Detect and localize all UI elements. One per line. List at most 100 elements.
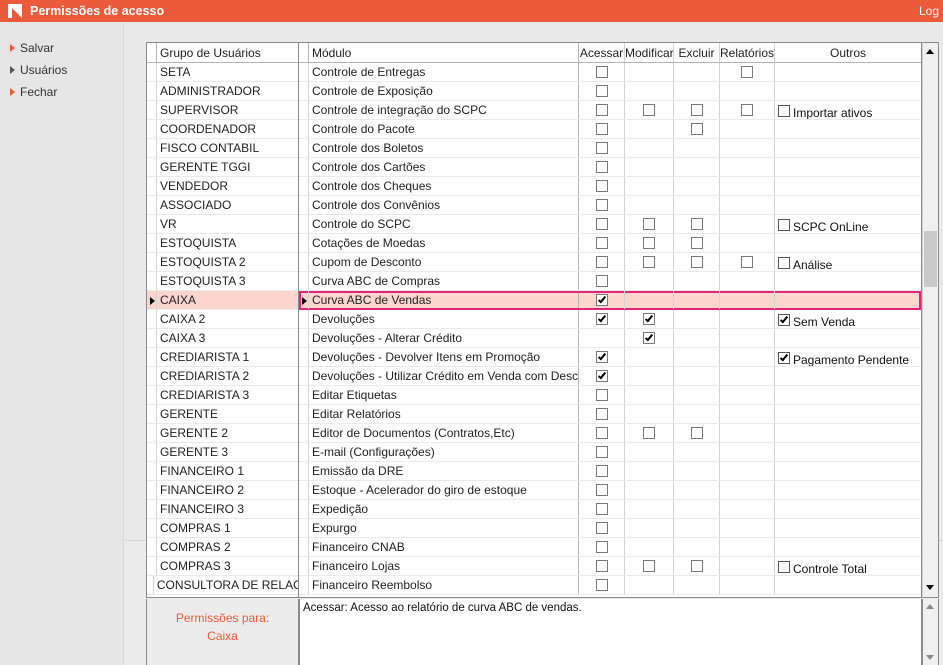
desc-scroll-up-button[interactable]: [923, 600, 938, 615]
excluir-checkbox[interactable]: [690, 256, 703, 268]
acessar-checkbox[interactable]: [595, 123, 608, 135]
acessar-checkbox[interactable]: [595, 256, 608, 268]
acessar-checkbox[interactable]: [595, 541, 608, 553]
users-button[interactable]: Usuários: [0, 59, 123, 81]
header-modulo[interactable]: Módulo: [309, 43, 579, 62]
module-row[interactable]: Controle de integração do SCPC Importar a…: [299, 101, 921, 120]
group-row[interactable]: FINANCEIRO 3: [147, 500, 298, 519]
module-row[interactable]: Controle dos Boletos: [299, 139, 921, 158]
acessar-checkbox[interactable]: [595, 465, 608, 477]
acessar-checkbox[interactable]: [595, 522, 608, 534]
module-row[interactable]: Financeiro CNAB: [299, 538, 921, 557]
outros-checkbox[interactable]: [778, 257, 790, 269]
excluir-checkbox[interactable]: [690, 427, 703, 439]
module-row[interactable]: Devoluções Sem Venda: [299, 310, 921, 329]
relatorios-checkbox[interactable]: [741, 256, 753, 268]
module-row[interactable]: Estoque - Acelerador do giro de estoque: [299, 481, 921, 500]
group-row[interactable]: FINANCEIRO 2: [147, 481, 298, 500]
description-box[interactable]: Acessar: Acesso ao relatório de curva AB…: [299, 599, 922, 665]
relatorios-checkbox[interactable]: [741, 66, 753, 78]
group-row[interactable]: SETA: [147, 63, 298, 82]
acessar-checkbox[interactable]: [595, 237, 608, 249]
excluir-checkbox[interactable]: [690, 560, 703, 572]
group-row[interactable]: COMPRAS 2: [147, 538, 298, 557]
scrollbar-thumb[interactable]: [924, 231, 937, 287]
group-row[interactable]: CAIXA: [147, 291, 298, 310]
acessar-checkbox[interactable]: [595, 218, 608, 230]
acessar-checkbox[interactable]: [595, 66, 608, 78]
group-row[interactable]: COORDENADOR: [147, 120, 298, 139]
acessar-checkbox[interactable]: [595, 351, 608, 363]
header-acessar[interactable]: Acessar: [579, 43, 625, 62]
group-row[interactable]: VENDEDOR: [147, 177, 298, 196]
grid-scrollbar[interactable]: [922, 42, 939, 598]
group-row[interactable]: ESTOQUISTA 2: [147, 253, 298, 272]
modificar-checkbox[interactable]: [643, 256, 655, 268]
excluir-checkbox[interactable]: [690, 218, 703, 230]
module-row[interactable]: Financeiro Reembolso: [299, 576, 921, 595]
module-row[interactable]: Controle dos Convênios: [299, 196, 921, 215]
group-row[interactable]: ESTOQUISTA: [147, 234, 298, 253]
group-row[interactable]: COMPRAS 3: [147, 557, 298, 576]
scroll-down-button[interactable]: [923, 580, 938, 595]
excluir-checkbox[interactable]: [690, 237, 703, 249]
acessar-checkbox[interactable]: [595, 85, 608, 97]
group-row[interactable]: VR: [147, 215, 298, 234]
description-scrollbar[interactable]: [922, 599, 939, 665]
modificar-checkbox[interactable]: [643, 104, 655, 116]
module-row[interactable]: Controle dos Cartões: [299, 158, 921, 177]
excluir-checkbox[interactable]: [690, 123, 703, 135]
module-row[interactable]: Expurgo: [299, 519, 921, 538]
group-row[interactable]: GERENTE TGGI: [147, 158, 298, 177]
outros-checkbox[interactable]: [778, 219, 790, 231]
excluir-checkbox[interactable]: [690, 104, 703, 116]
module-row[interactable]: Editar Etiquetas: [299, 386, 921, 405]
acessar-checkbox[interactable]: [595, 446, 608, 458]
acessar-checkbox[interactable]: [595, 180, 608, 192]
acessar-checkbox[interactable]: [595, 294, 608, 306]
group-row[interactable]: ADMINISTRADOR: [147, 82, 298, 101]
acessar-checkbox[interactable]: [595, 503, 608, 515]
module-row[interactable]: Editar Relatórios: [299, 405, 921, 424]
group-row[interactable]: CREDIARISTA 1: [147, 348, 298, 367]
header-relatorios[interactable]: Relatórios: [720, 43, 775, 62]
group-row[interactable]: CREDIARISTA 2: [147, 367, 298, 386]
header-modificar[interactable]: Modificar: [625, 43, 674, 62]
group-row[interactable]: GERENTE 3: [147, 443, 298, 462]
module-row[interactable]: Controle de Entregas: [299, 63, 921, 82]
acessar-checkbox[interactable]: [595, 560, 608, 572]
group-row[interactable]: GERENTE 2: [147, 424, 298, 443]
module-row[interactable]: Expedição: [299, 500, 921, 519]
modificar-checkbox[interactable]: [643, 332, 655, 344]
scroll-up-button[interactable]: [923, 45, 938, 60]
group-row[interactable]: FISCO CONTABIL: [147, 139, 298, 158]
group-row[interactable]: COMPRAS 1: [147, 519, 298, 538]
module-row[interactable]: Controle do Pacote: [299, 120, 921, 139]
module-row[interactable]: Devoluções - Devolver Itens em Promoção P…: [299, 348, 921, 367]
modificar-checkbox[interactable]: [643, 237, 655, 249]
acessar-checkbox[interactable]: [595, 161, 608, 173]
module-row[interactable]: Controle dos Cheques: [299, 177, 921, 196]
group-row[interactable]: ASSOCIADO: [147, 196, 298, 215]
relatorios-checkbox[interactable]: [741, 104, 753, 116]
module-row[interactable]: Cupom de Desconto Análise: [299, 253, 921, 272]
module-row[interactable]: Controle de Exposição: [299, 82, 921, 101]
group-row[interactable]: CREDIARISTA 3: [147, 386, 298, 405]
outros-checkbox[interactable]: [778, 352, 790, 364]
acessar-checkbox[interactable]: [595, 275, 608, 287]
module-row[interactable]: Curva ABC de Vendas: [299, 291, 921, 310]
module-row[interactable]: Controle do SCPC SCPC OnLine: [299, 215, 921, 234]
acessar-checkbox[interactable]: [595, 408, 608, 420]
acessar-checkbox[interactable]: [595, 389, 608, 401]
group-row[interactable]: ESTOQUISTA 3: [147, 272, 298, 291]
acessar-checkbox[interactable]: [595, 142, 608, 154]
module-row[interactable]: Financeiro Lojas Controle Total: [299, 557, 921, 576]
modificar-checkbox[interactable]: [643, 560, 655, 572]
group-row[interactable]: FINANCEIRO 1: [147, 462, 298, 481]
header-outros[interactable]: Outros: [775, 43, 921, 62]
log-link[interactable]: Log: [919, 4, 939, 18]
acessar-checkbox[interactable]: [595, 427, 608, 439]
close-button[interactable]: Fechar: [0, 81, 123, 103]
acessar-checkbox[interactable]: [595, 199, 608, 211]
module-row[interactable]: Curva ABC de Compras: [299, 272, 921, 291]
